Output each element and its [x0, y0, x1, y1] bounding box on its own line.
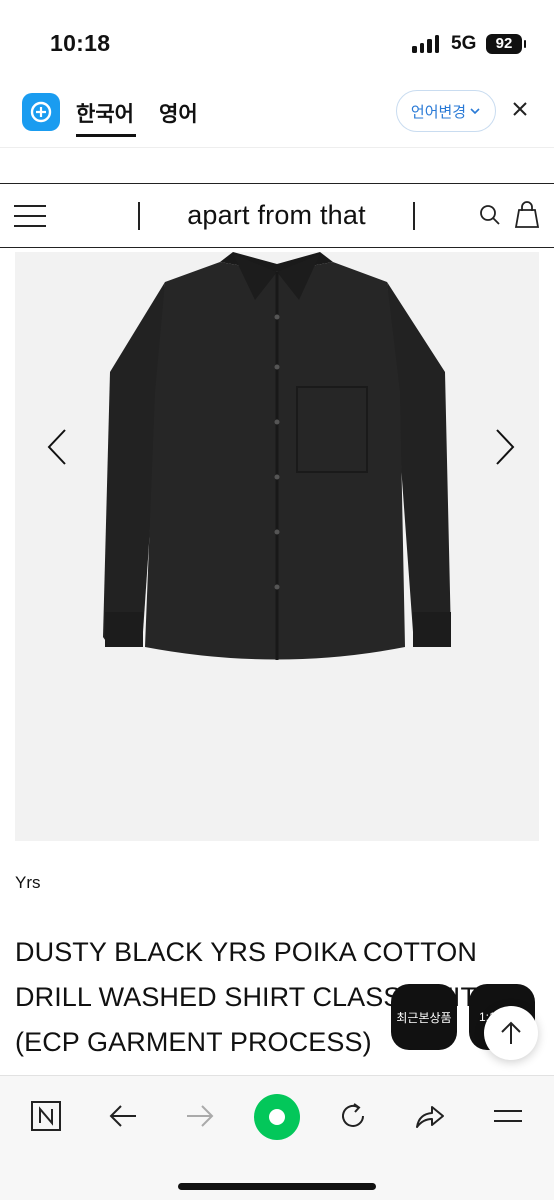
green-dot-icon[interactable] — [254, 1094, 300, 1140]
status-time: 10:18 — [50, 30, 111, 56]
next-image-icon[interactable] — [493, 427, 517, 472]
reload-icon[interactable] — [331, 1094, 375, 1138]
share-icon[interactable] — [408, 1094, 452, 1138]
translate-app-icon — [22, 93, 60, 131]
recently-viewed-button[interactable]: 최근본상품 — [391, 984, 457, 1050]
tab-korean[interactable]: 한국어 — [76, 98, 134, 128]
browser-toolbar — [0, 1075, 554, 1200]
previous-image-icon[interactable] — [45, 427, 69, 472]
status-bar: 10:18 5G 92 — [0, 0, 554, 80]
forward-arrow-icon[interactable] — [178, 1094, 222, 1138]
product-title: DUSTY BLACK YRS POIKA COTTON DRILL WASHE… — [15, 937, 477, 1057]
scroll-top-button[interactable] — [484, 1006, 538, 1060]
shirt-image — [103, 252, 451, 660]
arrow-up-icon — [501, 1021, 521, 1044]
translate-bar: 한국어 영어 언어변경 — [0, 80, 554, 148]
divider — [413, 202, 415, 230]
product-image[interactable] — [15, 252, 539, 841]
back-arrow-icon[interactable] — [101, 1094, 145, 1138]
menu-icon[interactable] — [486, 1094, 530, 1138]
tab-english[interactable]: 영어 — [159, 98, 198, 128]
recently-viewed-label: 최근본상품 — [396, 1010, 452, 1025]
battery-icon: 92 — [486, 34, 526, 54]
naver-n-icon[interactable] — [24, 1094, 68, 1138]
network-type: 5G — [451, 33, 477, 54]
product-brand[interactable]: Yrs — [15, 873, 41, 893]
change-language-button[interactable]: 언어변경 — [396, 90, 496, 132]
home-indicator — [178, 1183, 376, 1190]
search-icon[interactable] — [478, 203, 502, 232]
site-header: apart from that — [0, 183, 554, 248]
close-icon[interactable] — [512, 98, 528, 122]
site-logo-title[interactable]: apart from that — [140, 200, 413, 231]
shopping-bag-icon[interactable] — [514, 201, 540, 234]
change-language-label: 언어변경 — [410, 103, 467, 121]
active-tab-underline — [76, 134, 136, 137]
menu-icon[interactable] — [14, 205, 46, 227]
signal-icon — [412, 35, 439, 53]
chevron-down-icon — [470, 108, 480, 115]
